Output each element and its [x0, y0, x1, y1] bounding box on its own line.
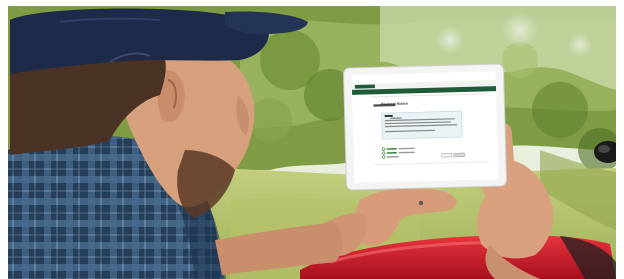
- tablet-screen: Payment Notice Attention: [355, 68, 500, 178]
- message-title: Attention: [390, 116, 402, 121]
- farmer-tablet-photo: [0, 0, 624, 279]
- option-link-1[interactable]: [391, 148, 431, 149]
- site-name: [388, 83, 418, 84]
- page-title: Payment Notice: [380, 101, 408, 107]
- option-link-2[interactable]: [391, 152, 431, 153]
- option-link-3[interactable]: [391, 156, 431, 157]
